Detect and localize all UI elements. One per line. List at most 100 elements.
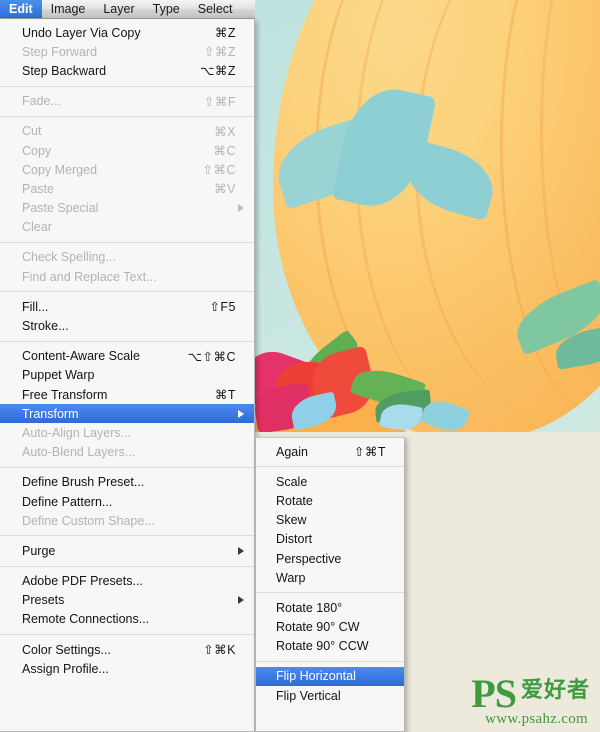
menu-item-label: Scale	[276, 474, 308, 489]
menu-item-stroke[interactable]: Stroke...	[0, 316, 254, 335]
menubar-item-layer[interactable]: Layer	[94, 0, 143, 18]
menu-item-label: Rotate 180°	[276, 600, 343, 615]
menu-item-distort[interactable]: Distort	[256, 530, 404, 549]
menu-item-label: Distort	[276, 532, 313, 547]
menu-item-step-backward[interactable]: Step Backward ⌥⌘Z	[0, 61, 254, 80]
watermark-url: www.psahz.com	[485, 711, 588, 727]
menu-separator	[256, 466, 404, 468]
menu-item-clear: Clear	[0, 218, 254, 237]
menu-item-shortcut: ⌘T	[214, 388, 236, 403]
menu-item-free-transform[interactable]: Free Transform ⌘T	[0, 385, 254, 404]
menu-item-shortcut: ⇧⌘K	[203, 643, 236, 658]
menu-separator	[0, 85, 254, 87]
transform-submenu: Again ⇧⌘T Scale Rotate Skew Distort Perspectiv…	[255, 437, 405, 732]
menu-item-shortcut: ⇧⌘T	[353, 445, 386, 460]
menu-item-label: Presets	[22, 593, 65, 608]
menu-item-rotate[interactable]: Rotate	[256, 491, 404, 510]
menubar-item-label: Select	[197, 2, 233, 16]
menu-item-puppet-warp[interactable]: Puppet Warp	[0, 366, 254, 385]
menu-separator	[0, 535, 254, 537]
menu-item-fill[interactable]: Fill... ⇧F5	[0, 297, 254, 316]
menu-item-shortcut: ⇧F5	[209, 300, 236, 315]
menu-item-shortcut: ⇧⌘F	[203, 94, 236, 109]
submenu-arrow-icon	[238, 546, 244, 555]
menu-item-label: Assign Profile...	[22, 661, 109, 676]
menu-item-shortcut: ⌥⇧⌘C	[187, 349, 236, 364]
menu-item-shortcut: ⇧⌘Z	[203, 45, 236, 60]
menu-item-assign-profile[interactable]: Assign Profile...	[0, 659, 254, 678]
menu-item-label: Step Forward	[22, 44, 98, 59]
menu-item-rotate-180[interactable]: Rotate 180°	[256, 598, 404, 617]
menu-separator	[0, 340, 254, 342]
menu-item-label: Rotate 90° CCW	[276, 639, 369, 654]
menu-item-remote-connections[interactable]: Remote Connections...	[0, 610, 254, 629]
menu-separator	[0, 291, 254, 293]
menu-item-label: Fade...	[22, 94, 61, 109]
menu-item-find-and-replace-text: Find and Replace Text...	[0, 267, 254, 286]
menubar-item-image[interactable]: Image	[42, 0, 95, 18]
menu-item-label: Stroke...	[22, 319, 69, 334]
menubar-item-select[interactable]: Select	[189, 0, 242, 18]
menu-item-label: Skew	[276, 513, 307, 528]
menu-item-label: Warp	[276, 570, 306, 585]
submenu-arrow-icon	[238, 409, 244, 418]
watermark-chinese-text: 爱好者	[520, 678, 590, 703]
menu-item-undo-layer-via-copy[interactable]: Undo Layer Via Copy ⌘Z	[0, 23, 254, 42]
menu-item-presets[interactable]: Presets	[0, 591, 254, 610]
submenu-arrow-icon	[238, 596, 244, 605]
menu-item-label: Fill...	[22, 299, 49, 314]
menu-item-define-pattern[interactable]: Define Pattern...	[0, 492, 254, 511]
menu-item-rotate-90-cw[interactable]: Rotate 90° CW	[256, 618, 404, 637]
menu-item-label: Define Brush Preset...	[22, 475, 145, 490]
menu-item-shortcut: ⇧⌘C	[202, 163, 236, 178]
menu-item-skew[interactable]: Skew	[256, 511, 404, 530]
menu-item-label: Check Spelling...	[22, 250, 116, 265]
menu-item-define-brush-preset[interactable]: Define Brush Preset...	[0, 473, 254, 492]
menu-item-label: Transform	[22, 406, 79, 421]
menu-item-transform[interactable]: Transform	[0, 404, 254, 424]
menu-item-label: Puppet Warp	[22, 368, 95, 383]
menu-item-label: Auto-Blend Layers...	[22, 445, 136, 460]
menu-item-copy-merged: Copy Merged ⇧⌘C	[0, 160, 254, 179]
menu-item-label: Adobe PDF Presets...	[22, 574, 143, 589]
menu-item-label: Copy	[22, 143, 52, 158]
menu-item-auto-align-layers: Auto-Align Layers...	[0, 423, 254, 442]
menu-item-rotate-90-ccw[interactable]: Rotate 90° CCW	[256, 637, 404, 656]
menu-item-scale[interactable]: Scale	[256, 472, 404, 491]
menu-item-define-custom-shape: Define Custom Shape...	[0, 511, 254, 530]
menu-item-content-aware-scale[interactable]: Content-Aware Scale ⌥⇧⌘C	[0, 347, 254, 366]
menu-item-label: Cut	[22, 124, 42, 139]
menu-separator	[0, 466, 254, 468]
menu-item-label: Purge	[22, 543, 56, 558]
menu-item-warp[interactable]: Warp	[256, 568, 404, 587]
menu-separator	[0, 565, 254, 567]
menu-item-step-forward: Step Forward ⇧⌘Z	[0, 42, 254, 61]
watermark-inner: PS 爱好者 www.psahz.com	[471, 674, 590, 728]
menu-item-purge[interactable]: Purge	[0, 541, 254, 560]
menu-item-label: Find and Replace Text...	[22, 269, 157, 284]
screen-root: Edit Image Layer Type Select Undo Layer Via …	[0, 0, 600, 732]
menu-separator	[256, 660, 404, 662]
menubar-item-edit[interactable]: Edit	[0, 0, 42, 18]
menu-item-shortcut: ⌘V	[214, 182, 236, 197]
menu-item-label: Flip Vertical	[276, 688, 341, 703]
menu-item-color-settings[interactable]: Color Settings... ⇧⌘K	[0, 640, 254, 659]
menu-item-label: Rotate	[276, 493, 313, 508]
document-canvas[interactable]	[255, 0, 600, 432]
menu-item-flip-horizontal[interactable]: Flip Horizontal	[256, 666, 404, 687]
menu-item-copy: Copy ⌘C	[0, 141, 254, 160]
menu-item-label: Define Custom Shape...	[22, 513, 155, 528]
menubar-item-label: Layer	[103, 2, 135, 16]
menu-item-again[interactable]: Again ⇧⌘T	[256, 442, 404, 461]
menu-item-paste-special: Paste Special	[0, 199, 254, 218]
menu-item-adobe-pdf-presets[interactable]: Adobe PDF Presets...	[0, 572, 254, 591]
menubar-item-type[interactable]: Type	[144, 0, 189, 18]
watermark: PS 爱好者 www.psahz.com	[471, 674, 590, 728]
menu-item-flip-vertical[interactable]: Flip Vertical	[256, 686, 404, 705]
menu-item-shortcut: ⌘Z	[214, 26, 236, 41]
menu-item-label: Flip Horizontal	[276, 669, 356, 684]
menu-item-label: Free Transform	[22, 387, 108, 402]
submenu-arrow-icon	[238, 204, 244, 213]
menubar-item-label: Type	[152, 2, 180, 16]
menu-item-perspective[interactable]: Perspective	[256, 549, 404, 568]
